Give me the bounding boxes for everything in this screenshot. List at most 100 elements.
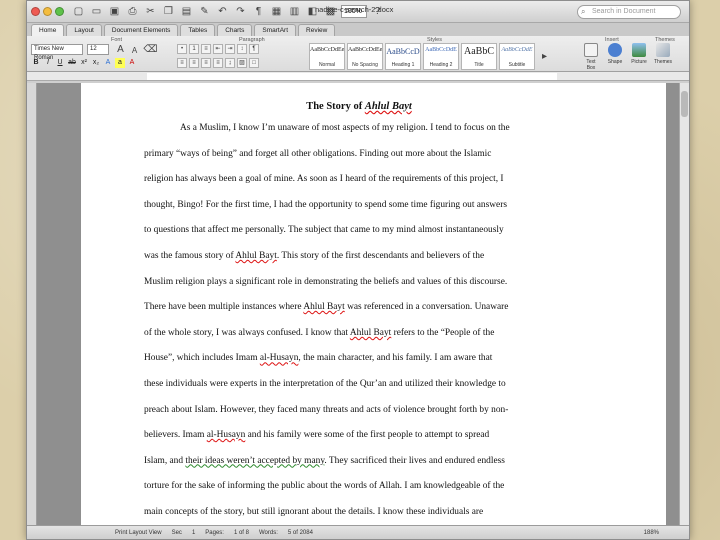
save-icon[interactable]: ▣: [107, 5, 122, 19]
tab-review[interactable]: Review: [298, 24, 336, 36]
underline-icon[interactable]: U: [55, 58, 65, 68]
zoom-window-button[interactable]: [55, 7, 64, 16]
style-name: Heading 1: [391, 62, 415, 68]
search-input[interactable]: ⌕ Search in Document: [577, 5, 681, 19]
style-heading-2[interactable]: AaBbCcDdE Heading 2: [423, 43, 459, 70]
text-box-button[interactable]: Text Box: [582, 43, 600, 71]
style-name: Normal: [318, 62, 336, 68]
clear-formatting-icon[interactable]: ⌫: [143, 43, 158, 57]
shape-button[interactable]: Shape: [606, 43, 624, 71]
search-icon: ⌕: [581, 7, 586, 16]
style-sample: AaBbCcD: [386, 47, 420, 56]
insert-label: Themes: [654, 59, 673, 65]
pages-label: Pages:: [205, 529, 224, 536]
proofing-mark[interactable]: Ahlul Bayt: [350, 328, 391, 338]
vertical-ruler[interactable]: [27, 83, 37, 525]
document-line: preach about Islam. However, they faced …: [144, 404, 509, 415]
style-heading-1[interactable]: AaBbCcD Heading 1: [385, 43, 421, 70]
tab-tables[interactable]: Tables: [180, 24, 216, 36]
tab-smartart[interactable]: SmartArt: [254, 24, 297, 36]
show-formatting-icon[interactable]: ¶: [251, 5, 266, 19]
style-title[interactable]: AaBbC Title: [461, 43, 497, 70]
search-placeholder: Search in Document: [592, 8, 656, 15]
bold-icon[interactable]: B: [31, 58, 41, 68]
format-painter-icon[interactable]: ✎: [197, 5, 212, 19]
proofing-mark[interactable]: Ahlul Bayt: [303, 302, 344, 312]
status-zoom[interactable]: 188%: [644, 530, 659, 536]
strikethrough-icon[interactable]: ab: [67, 58, 77, 68]
undo-icon[interactable]: ↶: [215, 5, 230, 19]
proofing-mark[interactable]: their ideas weren’t accepted by many: [185, 456, 324, 466]
document-line: to questions that affect me personally. …: [144, 225, 504, 236]
open-folder-icon[interactable]: ▭: [89, 5, 104, 19]
document-line: Muslim religion plays a significant role…: [144, 276, 508, 287]
pilcrow-icon[interactable]: ¶: [249, 44, 259, 54]
document-heading: The Story of Ahlul Bayt: [144, 101, 574, 112]
themes-icon: [656, 43, 670, 57]
close-window-button[interactable]: [31, 7, 40, 16]
shading-icon[interactable]: ▨: [237, 58, 247, 68]
align-right-icon[interactable]: ≡: [201, 58, 211, 68]
style-normal[interactable]: AaBbCcDdEe Normal: [309, 43, 345, 70]
document-page[interactable]: The Story of Ahlul Bayt As a Muslim, I k…: [81, 83, 666, 525]
increase-indent-icon[interactable]: ⇥: [225, 44, 235, 54]
borders-icon[interactable]: □: [249, 58, 259, 68]
proofing-mark[interactable]: al-Husayn: [260, 353, 299, 363]
text-effects-icon[interactable]: A: [103, 58, 113, 68]
align-center-icon[interactable]: ≡: [189, 58, 199, 68]
align-buttons: ≡ ≡ ≡ ≡ ↨ ▨ □: [177, 58, 259, 68]
proofing-mark[interactable]: al-Husayn: [207, 430, 246, 440]
insert-label: Text Box: [586, 59, 596, 71]
italic-icon[interactable]: I: [43, 58, 53, 68]
columns-icon[interactable]: ▥: [287, 5, 302, 19]
grow-font-icon[interactable]: A: [113, 43, 128, 57]
insert-group: Text Box Shape Picture Themes: [582, 43, 672, 71]
bullets-icon[interactable]: •: [177, 44, 187, 54]
tab-document-elements[interactable]: Document Elements: [103, 24, 179, 36]
sort-icon[interactable]: ↕: [237, 44, 247, 54]
new-document-icon[interactable]: ▢: [71, 5, 86, 19]
proofing-mark[interactable]: Ahlul Bayt: [235, 251, 276, 261]
style-no-spacing[interactable]: AaBbCcDdEe No Spacing: [347, 43, 383, 70]
font-color-icon[interactable]: A: [127, 58, 137, 68]
align-left-icon[interactable]: ≡: [177, 58, 187, 68]
document-area: The Story of Ahlul Bayt As a Muslim, I k…: [27, 83, 689, 525]
table-icon[interactable]: ▦: [269, 5, 284, 19]
styles-scroll-icon[interactable]: ▸: [537, 50, 552, 64]
justify-icon[interactable]: ≡: [213, 58, 223, 68]
decrease-indent-icon[interactable]: ⇤: [213, 44, 223, 54]
style-subtitle[interactable]: AaBbCcDdE Subtitle: [499, 43, 535, 70]
print-icon[interactable]: ⎙: [125, 5, 140, 19]
section-label: Sec: [171, 529, 182, 536]
vertical-scrollbar[interactable]: [679, 83, 689, 525]
style-sample: AaBbCcDdE: [425, 47, 457, 53]
shape-icon: [608, 43, 622, 57]
copy-icon[interactable]: ❐: [161, 5, 176, 19]
paste-icon[interactable]: ▤: [179, 5, 194, 19]
tab-home[interactable]: Home: [31, 24, 65, 36]
picture-button[interactable]: Picture: [630, 43, 648, 71]
font-name-select[interactable]: Times New Roman: [31, 44, 83, 61]
view-mode-label[interactable]: Print Layout View: [115, 530, 162, 536]
style-sample: AaBbCcDdEe: [310, 47, 344, 53]
style-name: Subtitle: [508, 62, 526, 68]
document-line: believers. Imam al-Husayn and his family…: [144, 430, 490, 441]
font-size-select[interactable]: 12: [87, 44, 109, 55]
tab-layout[interactable]: Layout: [66, 24, 102, 36]
redo-icon[interactable]: ↷: [233, 5, 248, 19]
multilevel-list-icon[interactable]: ≡: [201, 44, 211, 54]
minimize-window-button[interactable]: [43, 7, 52, 16]
shrink-font-icon[interactable]: A: [127, 44, 142, 58]
cut-icon[interactable]: ✂: [143, 5, 158, 19]
themes-button[interactable]: Themes: [654, 43, 672, 71]
highlight-icon[interactable]: a: [115, 58, 125, 68]
line-spacing-icon[interactable]: ↨: [225, 58, 235, 68]
numbering-icon[interactable]: 1: [189, 44, 199, 54]
subscript-icon[interactable]: x₂: [91, 58, 101, 68]
scroll-thumb[interactable]: [681, 91, 688, 117]
superscript-icon[interactable]: x²: [79, 58, 89, 68]
document-line: primary “ways of being” and forget all o…: [144, 148, 492, 159]
tab-charts[interactable]: Charts: [217, 24, 253, 36]
horizontal-ruler[interactable]: [27, 72, 689, 81]
word-window: ▢ ▭ ▣ ⎙ ✂ ❐ ▤ ✎ ↶ ↷ ¶ ▦ ▥ ◧ ▩ 100% ? nad…: [26, 0, 690, 540]
